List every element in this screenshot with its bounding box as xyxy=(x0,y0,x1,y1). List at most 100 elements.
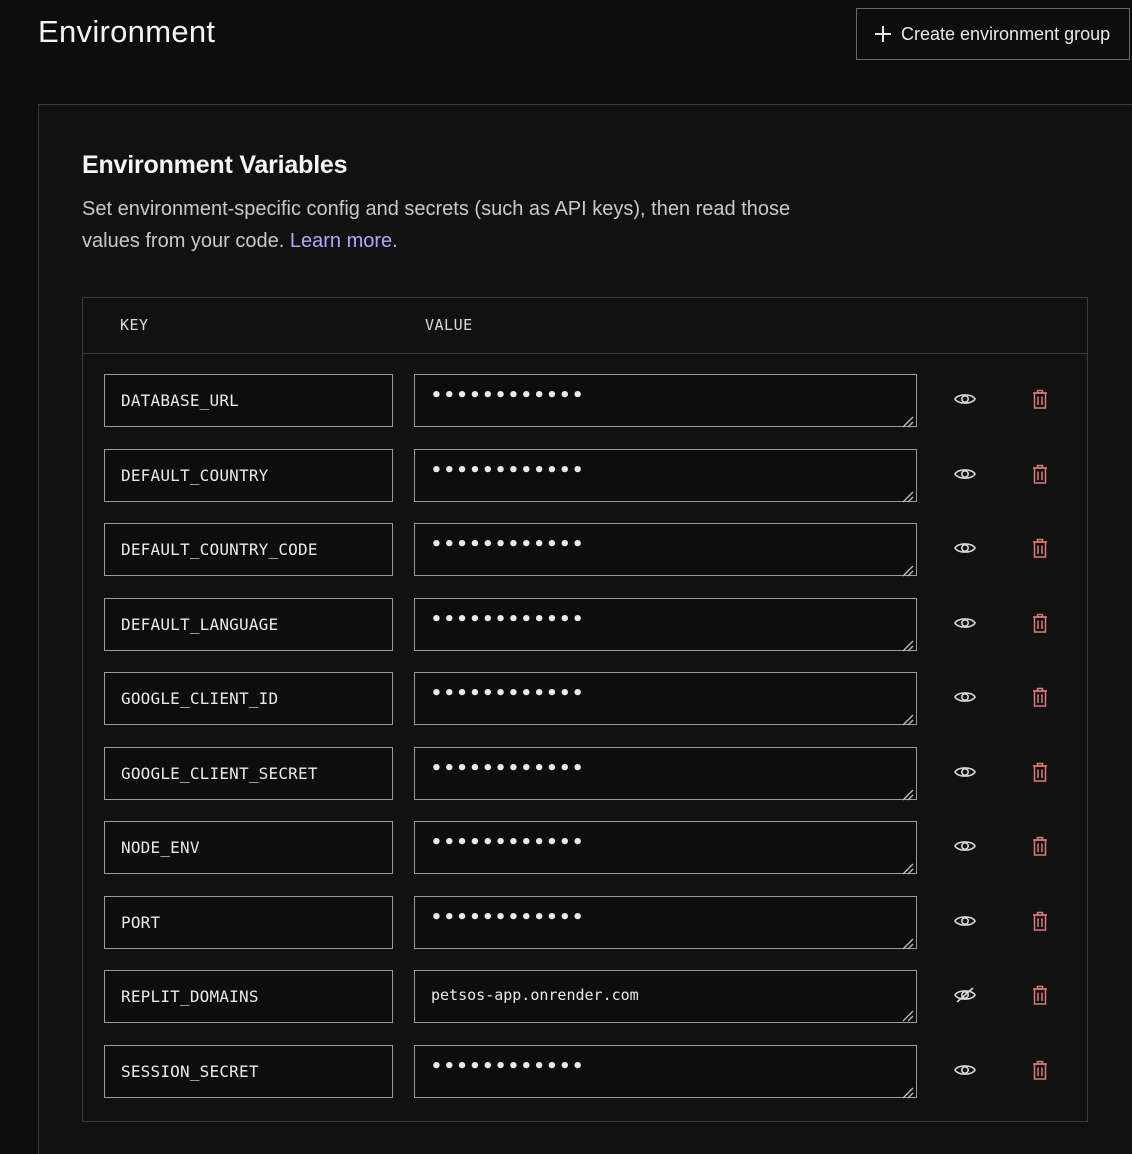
env-key-input[interactable]: DEFAULT_COUNTRY xyxy=(104,449,393,502)
delete-variable-button[interactable] xyxy=(1027,761,1053,787)
eye-icon xyxy=(954,391,976,412)
env-value-text: •••••••••••• xyxy=(431,832,586,853)
table-row: REPLIT_DOMAINS petsos-app.onrender.com xyxy=(83,970,1089,1024)
env-value-input[interactable]: •••••••••••• xyxy=(414,821,917,875)
env-value-text: •••••••••••• xyxy=(431,460,586,481)
delete-variable-button[interactable] xyxy=(1027,984,1053,1010)
env-value-text: •••••••••••• xyxy=(431,1056,586,1077)
resize-handle-icon[interactable] xyxy=(902,859,914,875)
show-value-button[interactable] xyxy=(952,835,978,861)
env-value-text: •••••••••••• xyxy=(431,683,586,704)
eye-icon xyxy=(954,615,976,636)
env-value-input[interactable]: •••••••••••• xyxy=(414,523,917,577)
eye-icon xyxy=(954,913,976,934)
trash-icon xyxy=(1032,687,1048,712)
table-row: DATABASE_URL •••••••••••• xyxy=(83,374,1089,428)
delete-variable-button[interactable] xyxy=(1027,910,1053,936)
env-key-input[interactable]: PORT xyxy=(104,896,393,949)
column-header-value: VALUE xyxy=(425,316,473,334)
show-value-button[interactable] xyxy=(952,910,978,936)
delete-variable-button[interactable] xyxy=(1027,835,1053,861)
delete-variable-button[interactable] xyxy=(1027,612,1053,638)
eye-icon xyxy=(954,838,976,859)
trash-icon xyxy=(1032,836,1048,861)
env-value-text: •••••••••••• xyxy=(431,534,586,555)
resize-handle-icon[interactable] xyxy=(902,785,914,801)
trash-icon xyxy=(1032,762,1048,787)
env-key-text: DEFAULT_COUNTRY xyxy=(121,466,269,485)
eye-icon xyxy=(954,1062,976,1083)
resize-handle-icon[interactable] xyxy=(902,636,914,652)
env-value-input[interactable]: •••••••••••• xyxy=(414,449,917,503)
env-value-input[interactable]: •••••••••••• xyxy=(414,747,917,801)
env-value-input[interactable]: •••••••••••• xyxy=(414,598,917,652)
delete-variable-button[interactable] xyxy=(1027,537,1053,563)
trash-icon xyxy=(1032,985,1048,1010)
env-key-input[interactable]: GOOGLE_CLIENT_ID xyxy=(104,672,393,725)
hide-value-button[interactable] xyxy=(952,984,978,1010)
trash-icon xyxy=(1032,538,1048,563)
env-key-input[interactable]: DEFAULT_COUNTRY_CODE xyxy=(104,523,393,576)
eye-icon xyxy=(954,466,976,487)
resize-handle-icon[interactable] xyxy=(902,487,914,503)
resize-handle-icon[interactable] xyxy=(902,1008,914,1022)
learn-more-link[interactable]: Learn more xyxy=(290,230,392,252)
trash-icon xyxy=(1032,1060,1048,1085)
env-key-input[interactable]: SESSION_SECRET xyxy=(104,1045,393,1098)
env-value-input[interactable]: •••••••••••• xyxy=(414,374,917,428)
resize-handle-icon[interactable] xyxy=(902,934,914,950)
resize-handle-icon[interactable] xyxy=(902,561,914,577)
delete-variable-button[interactable] xyxy=(1027,686,1053,712)
env-value-input[interactable]: petsos-app.onrender.com xyxy=(414,970,917,1023)
env-key-input[interactable]: DATABASE_URL xyxy=(104,374,393,427)
table-row: GOOGLE_CLIENT_ID •••••••••••• xyxy=(83,672,1089,726)
env-key-input[interactable]: REPLIT_DOMAINS xyxy=(104,970,393,1023)
page-title: Environment xyxy=(38,14,216,49)
env-key-text: PORT xyxy=(121,913,161,932)
env-key-text: SESSION_SECRET xyxy=(121,1062,259,1081)
show-value-button[interactable] xyxy=(952,537,978,563)
env-value-input[interactable]: •••••••••••• xyxy=(414,896,917,950)
trash-icon xyxy=(1032,911,1048,936)
eye-icon xyxy=(954,689,976,710)
env-value-input[interactable]: •••••••••••• xyxy=(414,672,917,726)
delete-variable-button[interactable] xyxy=(1027,463,1053,489)
env-key-input[interactable]: NODE_ENV xyxy=(104,821,393,874)
show-value-button[interactable] xyxy=(952,612,978,638)
show-value-button[interactable] xyxy=(952,1059,978,1085)
env-value-text: •••••••••••• xyxy=(431,907,586,928)
env-value-input[interactable]: •••••••••••• xyxy=(414,1045,917,1099)
resize-handle-icon[interactable] xyxy=(902,1083,914,1099)
env-vars-table: KEY VALUE DATABASE_URL •••••••••••• DEFAUL… xyxy=(82,297,1088,1122)
show-value-button[interactable] xyxy=(952,761,978,787)
table-row: DEFAULT_LANGUAGE •••••••••••• xyxy=(83,598,1089,652)
env-key-input[interactable]: DEFAULT_LANGUAGE xyxy=(104,598,393,651)
env-key-text: NODE_ENV xyxy=(121,838,200,857)
env-value-text: •••••••••••• xyxy=(431,758,586,779)
env-key-text: REPLIT_DOMAINS xyxy=(121,987,259,1006)
resize-handle-icon[interactable] xyxy=(902,412,914,428)
create-environment-group-button[interactable]: Create environment group xyxy=(856,8,1130,60)
env-key-input[interactable]: GOOGLE_CLIENT_SECRET xyxy=(104,747,393,800)
section-title: Environment Variables xyxy=(82,151,348,179)
column-header-key: KEY xyxy=(120,316,149,334)
show-value-button[interactable] xyxy=(952,463,978,489)
plus-icon xyxy=(875,26,891,42)
delete-variable-button[interactable] xyxy=(1027,388,1053,414)
description-period: . xyxy=(392,230,398,252)
eye-icon xyxy=(954,540,976,561)
delete-variable-button[interactable] xyxy=(1027,1059,1053,1085)
create-environment-group-label: Create environment group xyxy=(901,23,1111,44)
show-value-button[interactable] xyxy=(952,388,978,414)
table-row: NODE_ENV •••••••••••• xyxy=(83,821,1089,875)
env-key-text: DEFAULT_LANGUAGE xyxy=(121,615,279,634)
env-key-text: GOOGLE_CLIENT_ID xyxy=(121,689,279,708)
table-row: GOOGLE_CLIENT_SECRET •••••••••••• xyxy=(83,747,1089,801)
show-value-button[interactable] xyxy=(952,686,978,712)
trash-icon xyxy=(1032,464,1048,489)
resize-handle-icon[interactable] xyxy=(902,710,914,726)
environment-page: Environment Create environment group Env… xyxy=(0,0,1132,1154)
section-description: Set environment-specific config and secr… xyxy=(82,193,842,257)
trash-icon xyxy=(1032,389,1048,414)
env-key-text: GOOGLE_CLIENT_SECRET xyxy=(121,764,318,783)
